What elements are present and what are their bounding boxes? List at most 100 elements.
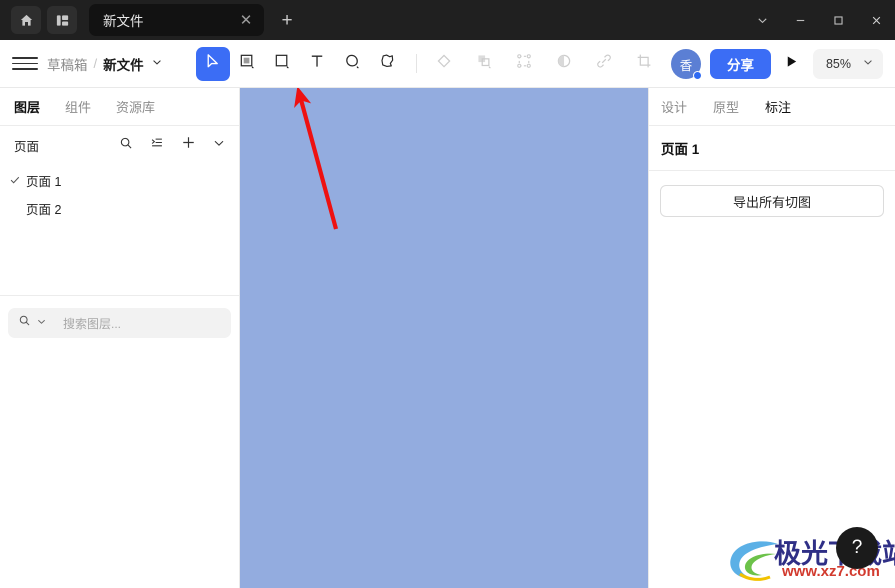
page-list: 页面 1 页面 2 <box>0 164 239 222</box>
home-icon <box>19 13 34 28</box>
right-panel: 设计 原型 标注 页面 1 导出所有切图 <box>648 88 895 588</box>
hamburger-icon <box>12 62 38 65</box>
window-controls <box>743 0 895 40</box>
move-tool-button[interactable] <box>195 46 230 81</box>
maximize-icon <box>832 14 845 27</box>
zoom-control[interactable]: 85% <box>812 49 883 79</box>
breadcrumb-menu-button[interactable] <box>151 55 163 73</box>
cursor-icon <box>203 52 222 76</box>
main-menu-button[interactable] <box>12 51 38 77</box>
ellipse-icon <box>343 52 362 76</box>
sort-icon <box>150 136 164 155</box>
present-button[interactable] <box>780 49 804 79</box>
add-icon <box>181 135 196 155</box>
breadcrumb-current[interactable]: 新文件 <box>103 54 144 74</box>
tab-components[interactable]: 组件 <box>65 97 91 116</box>
workspace: 图层 组件 资源库 页面 页面 1 页面 2 搜索图层... 设计 原型 标注 … <box>0 88 895 588</box>
polygon-tool-button[interactable] <box>371 47 405 81</box>
pages-header-actions <box>118 137 227 153</box>
page-list-item-2[interactable]: 页面 2 <box>0 194 239 222</box>
new-tab-button[interactable]: + <box>276 11 298 30</box>
collapse-pages-button[interactable] <box>211 137 227 153</box>
annotation-arrow <box>294 88 339 230</box>
mask-tool-button[interactable] <box>548 47 582 81</box>
link-tool-button[interactable] <box>588 47 622 81</box>
search-icon <box>119 136 133 155</box>
layer-search-placeholder: 搜索图层... <box>63 316 122 331</box>
window-more-button[interactable] <box>743 0 781 40</box>
export-section: 导出所有切图 <box>649 171 895 217</box>
mask-icon <box>555 52 574 76</box>
tab-design[interactable]: 设计 <box>661 97 687 116</box>
breadcrumb-separator: / <box>93 56 98 71</box>
sort-pages-button[interactable] <box>149 137 165 153</box>
frame-icon <box>238 52 257 76</box>
pen-tool-button[interactable] <box>336 47 370 81</box>
share-button[interactable]: 分享 <box>709 49 771 79</box>
dashboard-icon <box>55 13 70 28</box>
chevron-down-icon <box>862 55 874 73</box>
diamond-icon <box>435 52 454 76</box>
home-button[interactable] <box>11 6 41 34</box>
rectangle-icon <box>273 52 292 76</box>
rectangle-tool-button[interactable] <box>266 47 300 81</box>
avatar-initial: 香 <box>679 58 693 73</box>
selection-title: 页面 1 <box>661 142 700 157</box>
text-icon <box>308 52 327 76</box>
export-all-slices-button[interactable]: 导出所有切图 <box>660 185 884 217</box>
page-list-item-1[interactable]: 页面 1 <box>0 166 239 194</box>
crop-tool-button[interactable] <box>628 47 662 81</box>
toolbar-divider <box>415 54 417 73</box>
crop-icon <box>635 52 654 76</box>
chevron-down-icon <box>756 14 769 27</box>
left-panel: 图层 组件 资源库 页面 页面 1 页面 2 搜索图层... <box>0 88 240 588</box>
play-icon <box>784 54 799 74</box>
search-icon <box>18 314 31 332</box>
toolbar-right-group: 香 分享 85% <box>670 40 883 88</box>
text-tool-button[interactable] <box>301 47 335 81</box>
tab-annotation[interactable]: 标注 <box>765 97 791 116</box>
pages-title: 页面 <box>14 139 40 154</box>
layer-search-input[interactable]: 搜索图层... <box>8 308 231 338</box>
main-toolbar: 草稿箱 / 新文件 香 分享 85% <box>0 40 895 88</box>
boolean-tool-button[interactable] <box>468 47 502 81</box>
chevron-down-icon <box>212 136 226 155</box>
component-tool-button[interactable] <box>428 47 462 81</box>
avatar[interactable]: 香 <box>670 49 702 80</box>
breadcrumb-parent[interactable]: 草稿箱 <box>47 54 88 74</box>
tab-layers[interactable]: 图层 <box>14 97 40 116</box>
maximize-button[interactable] <box>819 0 857 40</box>
close-window-button[interactable] <box>857 0 895 40</box>
tool-group-primary <box>195 46 405 81</box>
frame-tool-button[interactable] <box>231 47 265 81</box>
document-tab[interactable]: 新文件 ✕ <box>89 4 264 36</box>
online-status-dot <box>692 71 702 80</box>
right-panel-tabs: 设计 原型 标注 <box>649 88 895 126</box>
left-panel-tabs: 图层 组件 资源库 <box>0 88 239 126</box>
document-tab-title: 新文件 <box>103 14 144 29</box>
check-icon <box>9 174 21 186</box>
right-panel-title-row: 页面 1 <box>649 126 895 171</box>
chevron-down-icon[interactable] <box>36 314 47 332</box>
tab-prototype[interactable]: 原型 <box>713 97 739 116</box>
minimize-button[interactable] <box>781 0 819 40</box>
link-icon <box>595 52 614 76</box>
dashboard-button[interactable] <box>47 6 77 34</box>
search-pages-button[interactable] <box>118 137 134 153</box>
tab-assets[interactable]: 资源库 <box>116 97 155 116</box>
page-list-item-label: 页面 2 <box>26 202 62 217</box>
title-bar: 新文件 ✕ + <box>0 0 895 40</box>
hamburger-icon <box>12 68 38 70</box>
layer-search-section: 搜索图层... <box>0 295 239 338</box>
group-icon <box>515 52 534 76</box>
pages-section-header: 页面 <box>0 126 239 164</box>
question-mark-icon: ? <box>851 537 863 558</box>
close-tab-icon[interactable]: ✕ <box>238 13 254 28</box>
minimize-icon <box>794 14 807 27</box>
group-tool-button[interactable] <box>508 47 542 81</box>
chevron-down-icon <box>151 55 163 73</box>
help-button[interactable]: ? <box>836 527 878 569</box>
add-page-button[interactable] <box>180 137 196 153</box>
canvas-area[interactable] <box>240 88 648 588</box>
app-window: 新文件 ✕ + 草稿箱 / 新文件 香 分享 85% 图层 组件 资源库 页面 … <box>0 0 895 588</box>
